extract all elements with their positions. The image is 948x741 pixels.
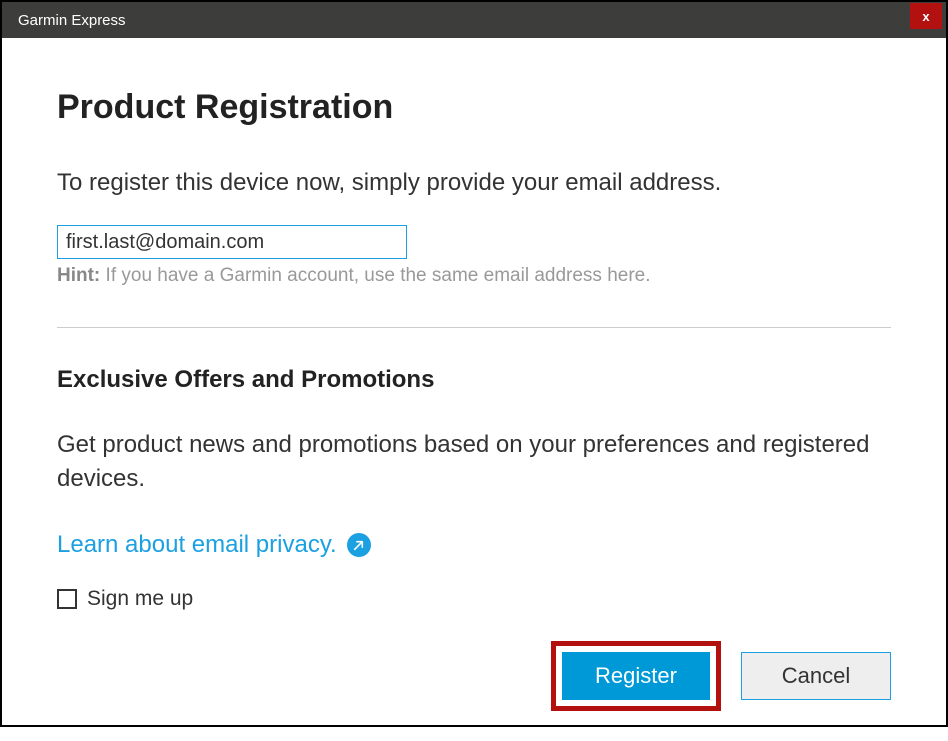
app-title: Garmin Express (18, 12, 126, 29)
divider (57, 327, 891, 328)
instruction-text: To register this device now, simply prov… (57, 169, 891, 197)
hint-label: Hint: (57, 265, 100, 286)
hint-row: Hint: If you have a Garmin account, use … (57, 265, 891, 287)
button-row: Register Cancel (57, 641, 891, 711)
privacy-link-row: Learn about email privacy. (57, 531, 891, 559)
cancel-button[interactable]: Cancel (741, 652, 891, 700)
description-text: Get product news and promotions based on… (57, 428, 891, 495)
signup-checkbox-row: Sign me up (57, 587, 891, 611)
signup-label: Sign me up (87, 587, 193, 611)
signup-checkbox[interactable] (57, 589, 77, 609)
hint-text: If you have a Garmin account, use the sa… (100, 265, 650, 286)
content-area: Product Registration To register this de… (2, 38, 946, 741)
register-button[interactable]: Register (562, 652, 710, 700)
close-button[interactable]: x (910, 3, 942, 29)
email-input[interactable] (57, 225, 407, 259)
register-highlight: Register (551, 641, 721, 711)
external-link-icon[interactable] (347, 533, 371, 557)
subheading: Exclusive Offers and Promotions (57, 366, 891, 394)
close-icon: x (922, 9, 929, 24)
page-heading: Product Registration (57, 88, 891, 127)
privacy-link[interactable]: Learn about email privacy. (57, 531, 337, 559)
titlebar: Garmin Express x (2, 2, 946, 38)
